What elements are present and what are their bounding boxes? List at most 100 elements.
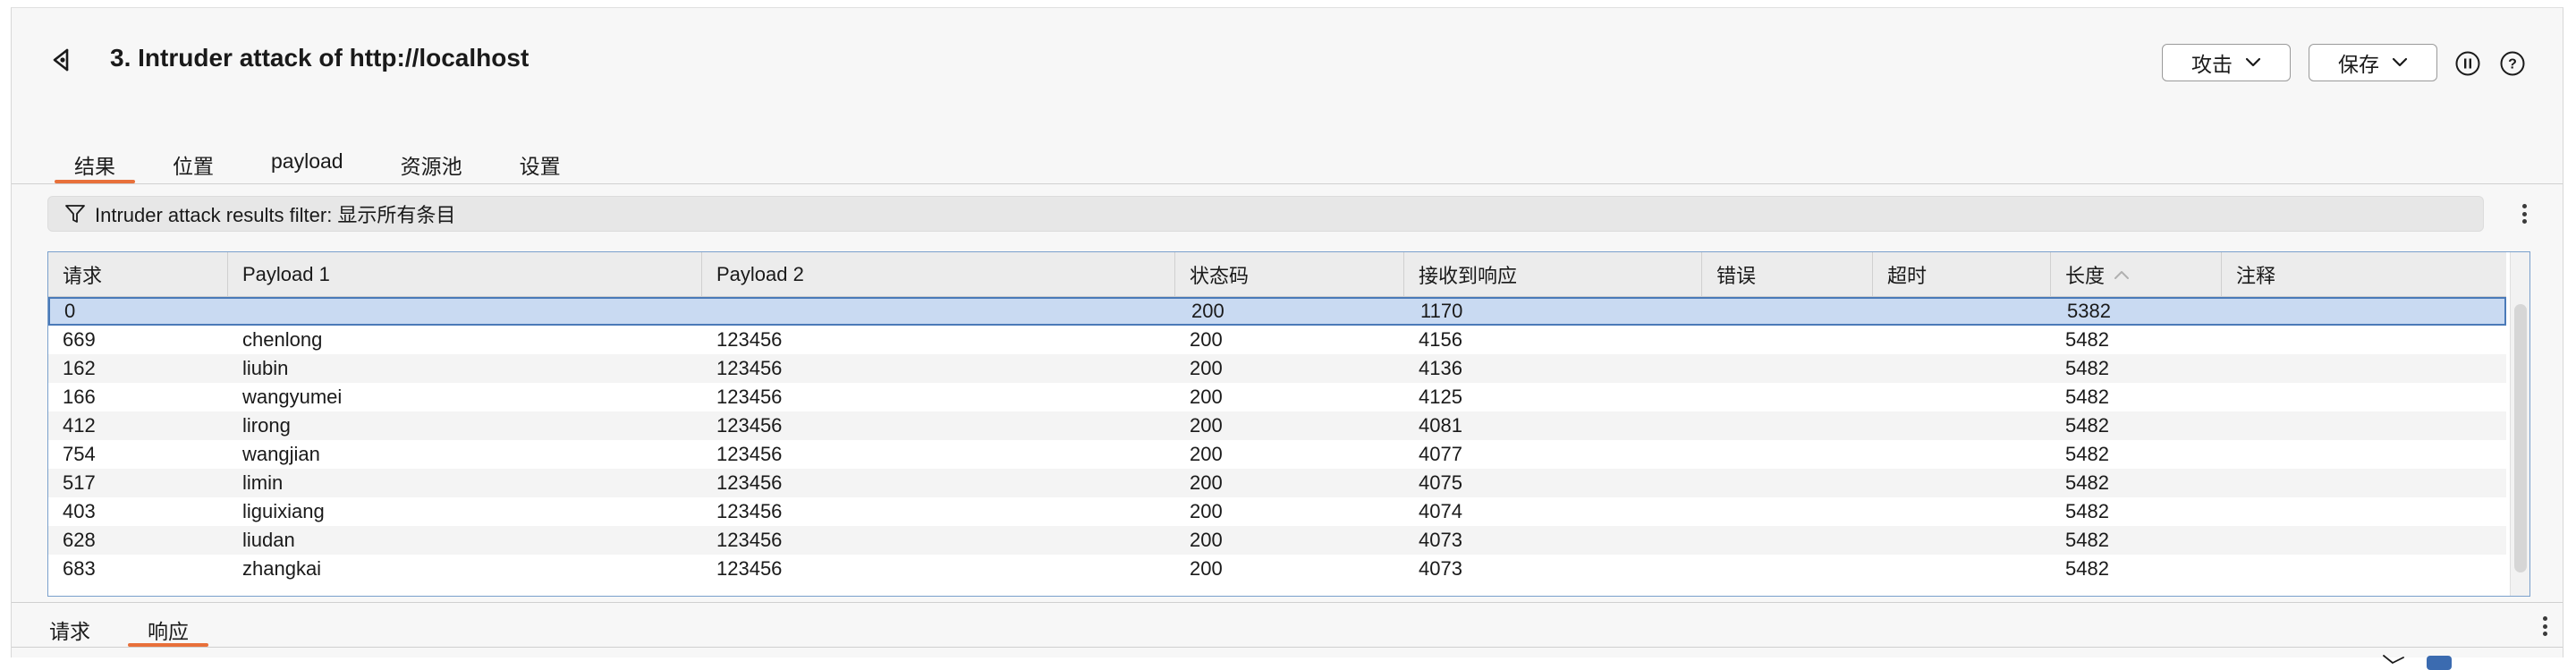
column-label: 接收到响应 [1419, 265, 1518, 287]
tab-response[interactable]: 响应 [119, 609, 217, 647]
tab-results[interactable]: 结果 [46, 142, 144, 183]
cell-payload2: 123456 [716, 386, 783, 408]
vertical-scrollbar[interactable] [2510, 252, 2529, 596]
message-tabs: 请求 响应 [21, 609, 217, 647]
table-row[interactable]: 517 limin 123456 200 4075 5482 [48, 469, 2506, 497]
table-row[interactable]: 403 liguixiang 123456 200 4074 5482 [48, 497, 2506, 526]
attack-button[interactable]: 攻击 [2162, 44, 2291, 81]
tab-resource-pool[interactable]: 资源池 [372, 142, 491, 183]
cell-response-received: 4156 [1419, 328, 1462, 351]
column-label: 错误 [1716, 265, 1757, 287]
cell-comment [2222, 411, 2236, 440]
cell-status: 200 [1191, 300, 1224, 322]
column-label: 状态码 [1190, 265, 1250, 287]
table-row[interactable]: 0 200 1170 5382 [48, 297, 2506, 326]
more-options-icon[interactable] [2515, 200, 2533, 227]
cell-response-received: 4077 [1419, 443, 1462, 465]
save-button[interactable]: 保存 [2309, 44, 2437, 81]
table-row[interactable]: 412 lirong 123456 200 4081 5482 [48, 411, 2506, 440]
table-row[interactable]: 628 liudan 123456 200 4073 5482 [48, 526, 2506, 555]
tab-request[interactable]: 请求 [21, 609, 119, 647]
cell-error [1702, 440, 1716, 469]
cell-request: 669 [63, 328, 96, 351]
tab-label: 设置 [519, 155, 561, 178]
svg-text:?: ? [2508, 57, 2517, 72]
cell-request: 683 [63, 557, 96, 580]
cell-timeout [1873, 326, 1887, 354]
tab-positions[interactable]: 位置 [144, 142, 242, 183]
tab-payloads[interactable]: payload [242, 142, 372, 183]
cell-status: 200 [1190, 357, 1223, 379]
intruder-window: 3. Intruder attack of http://localhost 攻… [11, 7, 2563, 670]
cell-status: 200 [1190, 557, 1223, 580]
table-row[interactable]: 166 wangyumei 123456 200 4125 5482 [48, 383, 2506, 411]
cell-length: 5482 [2065, 557, 2109, 580]
cell-payload1: wangyumei [242, 386, 343, 408]
column-header-status[interactable]: 状态码 [1175, 252, 1404, 297]
cell-payload2: 123456 [716, 471, 783, 494]
pause-icon[interactable] [2453, 49, 2482, 78]
column-header-payload1[interactable]: Payload 1 [228, 252, 702, 297]
cell-payload1: limin [242, 471, 284, 494]
column-label: Payload 2 [716, 263, 804, 285]
tab-label: 位置 [173, 155, 214, 178]
cell-comment [2222, 440, 2236, 469]
cell-error [1702, 411, 1716, 440]
sort-ascending-icon [2114, 271, 2130, 279]
column-header-length[interactable]: 长度 [2051, 252, 2222, 297]
table-row[interactable]: 683 zhangkai 123456 200 4073 5482 [48, 555, 2506, 583]
tab-label: 请求 [49, 620, 90, 643]
cell-length: 5482 [2065, 500, 2109, 522]
cell-payload1 [230, 297, 244, 326]
cell-response-received: 4075 [1419, 471, 1462, 494]
cell-timeout [1873, 526, 1887, 555]
table-row[interactable]: 669 chenlong 123456 200 4156 5482 [48, 326, 2506, 354]
cell-request: 162 [63, 357, 96, 379]
cell-length: 5482 [2065, 357, 2109, 379]
cell-status: 200 [1190, 529, 1223, 551]
cell-status: 200 [1190, 500, 1223, 522]
column-label: 超时 [1887, 265, 1928, 287]
chevron-down-icon [2245, 57, 2261, 67]
cell-status: 200 [1190, 328, 1223, 351]
cell-timeout [1873, 354, 1887, 383]
column-header-error[interactable]: 错误 [1702, 252, 1873, 297]
column-header-payload2[interactable]: Payload 2 [702, 252, 1175, 297]
cell-request: 628 [63, 529, 96, 551]
cell-payload2: 123456 [716, 328, 783, 351]
header: 3. Intruder attack of http://localhost 攻… [12, 8, 2563, 106]
cell-timeout [1873, 440, 1887, 469]
cell-payload2: 123456 [716, 557, 783, 580]
main-tabs: 结果 位置 payload 资源池 设置 [46, 142, 589, 183]
cell-error [1704, 297, 1718, 326]
more-options-icon[interactable] [2536, 613, 2554, 640]
column-header-comment[interactable]: 注释 [2222, 252, 2506, 297]
column-label: 请求 [63, 265, 103, 287]
cell-error [1702, 555, 1716, 583]
page-title: 3. Intruder attack of http://localhost [110, 44, 530, 72]
column-header-request[interactable]: 请求 [48, 252, 228, 297]
cell-response-received: 4081 [1419, 414, 1462, 437]
cell-length: 5482 [2065, 443, 2109, 465]
table-row[interactable]: 754 wangjian 123456 200 4077 5482 [48, 440, 2506, 469]
cell-payload1: zhangkai [242, 557, 322, 580]
cell-payload1: liguixiang [242, 500, 325, 522]
tab-settings[interactable]: 设置 [491, 142, 589, 183]
cell-request: 754 [63, 443, 96, 465]
column-label: Payload 1 [242, 263, 330, 285]
cell-payload2: 123456 [716, 414, 783, 437]
table-row[interactable]: 162 liubin 123456 200 4136 5482 [48, 354, 2506, 383]
results-filter-bar[interactable]: Intruder attack results filter: 显示所有条目 [47, 196, 2484, 232]
cell-comment [2222, 326, 2236, 354]
column-header-timeout[interactable]: 超时 [1873, 252, 2051, 297]
back-icon[interactable] [44, 42, 80, 78]
column-header-response-received[interactable]: 接收到响应 [1404, 252, 1702, 297]
help-icon[interactable]: ? [2498, 49, 2527, 78]
cell-response-received: 4073 [1419, 557, 1462, 580]
cell-payload1: lirong [242, 414, 291, 437]
cell-payload2: 123456 [716, 529, 783, 551]
scrollbar-thumb[interactable] [2514, 304, 2527, 572]
cell-response-received: 1170 [1420, 300, 1463, 322]
column-label: 注释 [2236, 265, 2276, 287]
cell-status: 200 [1190, 414, 1223, 437]
